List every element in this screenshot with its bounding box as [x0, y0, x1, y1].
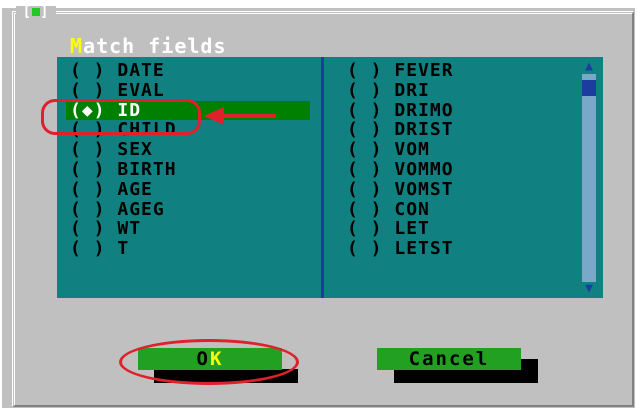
radio-marker: ( ) — [347, 238, 383, 260]
field-name: WT — [105, 218, 142, 240]
radio-marker: ( ) — [70, 60, 106, 81]
field-name: AGE — [105, 178, 153, 200]
radio-marker: ( ) — [70, 79, 106, 101]
radio-marker: ( ) — [70, 238, 106, 260]
field-option-child[interactable]: ( ) CHILD — [70, 120, 177, 139]
field-option-birth[interactable]: ( ) BIRTH — [70, 160, 177, 179]
title-hotkey: M — [70, 34, 84, 58]
field-name: EVAL — [105, 79, 165, 101]
field-option-sex[interactable]: ( ) SEX — [70, 140, 153, 159]
field-name: LETST — [382, 238, 454, 260]
radio-marker: ( ) — [347, 79, 383, 101]
field-name: FEVER — [382, 60, 454, 81]
ok-button-shadow — [154, 369, 298, 383]
screen: [] Match fields ( ) DATE( ) EVAL (◆) ID( … — [0, 0, 637, 410]
field-name: DRI — [382, 79, 430, 101]
radio-marker: ( ) — [70, 139, 106, 161]
field-name: VOMST — [382, 178, 454, 200]
radio-marker: ( ) — [347, 99, 383, 121]
radio-marker: ( ) — [347, 218, 383, 240]
close-icon[interactable] — [32, 8, 40, 16]
field-option-dri[interactable]: ( ) DRI — [347, 81, 430, 100]
radio-marker: ( ) — [70, 218, 106, 240]
field-option-wt[interactable]: ( ) WT — [70, 219, 141, 238]
field-name: DATE — [105, 60, 165, 81]
close-box[interactable]: [] — [16, 4, 56, 20]
field-name: DRIMO — [382, 99, 454, 121]
arrow-left-icon — [204, 107, 224, 125]
field-name: SEX — [105, 139, 153, 161]
radio-marker: ( ) — [70, 119, 106, 141]
ok-label-first: O — [196, 348, 210, 370]
scroll-thumb[interactable] — [582, 80, 596, 96]
radio-marker: (◆) — [70, 99, 106, 121]
column-divider — [321, 57, 324, 298]
field-option-vomst[interactable]: ( ) VOMST — [347, 180, 454, 199]
cancel-button[interactable]: Cancel — [377, 348, 521, 370]
radio-marker: ( ) — [347, 178, 383, 200]
field-option-let[interactable]: ( ) LET — [347, 219, 430, 238]
list-scrollbar[interactable]: ▲ ▼ — [582, 60, 596, 296]
field-option-drist[interactable]: ( ) DRIST — [347, 120, 454, 139]
ok-label-hotkey: K — [210, 348, 224, 370]
title-text: atch fields — [83, 34, 227, 58]
field-option-t[interactable]: ( ) T — [70, 239, 129, 258]
radio-marker: ( ) — [347, 139, 383, 161]
field-name: DRIST — [382, 119, 454, 141]
radio-marker: ( ) — [70, 159, 106, 180]
field-option-age[interactable]: ( ) AGE — [70, 180, 153, 199]
field-name: VOMMO — [382, 159, 454, 180]
field-name: T — [105, 238, 130, 260]
scroll-up-icon[interactable]: ▲ — [582, 60, 596, 74]
radio-marker: ( ) — [347, 159, 383, 180]
radio-marker: ( ) — [70, 198, 106, 220]
field-option-vom[interactable]: ( ) VOM — [347, 140, 430, 159]
field-name: VOM — [382, 139, 430, 161]
dialog-title: Match fields — [70, 34, 227, 58]
field-option-ageg[interactable]: ( ) AGEG — [70, 200, 165, 219]
arrow-shaft — [222, 114, 276, 118]
radio-marker: ( ) — [347, 60, 383, 81]
field-option-con[interactable]: ( ) CON — [347, 200, 430, 219]
field-option-eval[interactable]: ( ) EVAL — [70, 81, 165, 100]
field-option-fever[interactable]: ( ) FEVER — [347, 61, 454, 80]
field-option-drimo[interactable]: ( ) DRIMO — [347, 101, 454, 120]
radio-marker: ( ) — [347, 119, 383, 141]
field-option-date[interactable]: ( ) DATE — [70, 61, 165, 80]
field-name: CON — [382, 198, 430, 220]
field-option-vommo[interactable]: ( ) VOMMO — [347, 160, 454, 179]
field-name: AGEG — [105, 198, 165, 220]
radio-marker: ( ) — [70, 178, 106, 200]
close-box-left: [ — [22, 4, 32, 20]
close-box-right: ] — [40, 4, 50, 20]
field-name: CHILD — [105, 119, 177, 141]
field-name: ID — [105, 99, 142, 121]
radio-marker: ( ) — [347, 198, 383, 220]
scroll-down-icon[interactable]: ▼ — [582, 282, 596, 296]
field-name: BIRTH — [105, 159, 177, 180]
ok-button[interactable]: OK — [138, 348, 282, 370]
field-option-letst[interactable]: ( ) LETST — [347, 239, 454, 258]
field-name: LET — [382, 218, 430, 240]
